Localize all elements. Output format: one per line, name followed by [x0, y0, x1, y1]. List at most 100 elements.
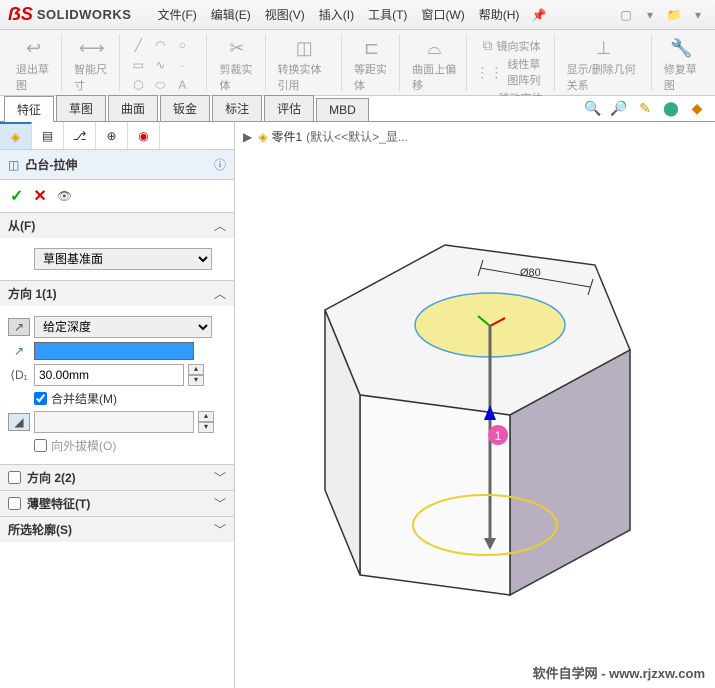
relations-icon: ⊥: [596, 38, 612, 59]
end-condition-select[interactable]: 给定深度: [34, 316, 212, 338]
appearance-icon[interactable]: ⬤: [661, 98, 681, 118]
linear-pattern-button[interactable]: ⋮⋮线性草图阵列: [475, 55, 547, 89]
rect-icon[interactable]: ▭: [128, 56, 148, 74]
direction2-checkbox[interactable]: [8, 471, 21, 484]
from-header[interactable]: 从(F) ︿: [0, 213, 234, 238]
draft-increase-button[interactable]: ▴: [198, 411, 214, 422]
open-doc-icon[interactable]: ▾: [641, 6, 659, 24]
mirror-entities-button[interactable]: ⧉镜向实体: [483, 36, 541, 55]
cube-icon: ◈: [11, 130, 20, 144]
menu-insert[interactable]: 插入(I): [313, 2, 360, 27]
draft-icon[interactable]: ◢: [8, 413, 30, 431]
trim-icon: ✂: [229, 38, 244, 59]
repair-icon: 🔧: [670, 38, 692, 59]
title-quick-icons: ▢ ▾ 📁 ▾: [617, 6, 715, 24]
ok-button[interactable]: ✓: [10, 186, 23, 206]
show-relations-button[interactable]: ⊥ 显示/删除几何关系: [563, 36, 645, 95]
spline-icon[interactable]: ∿: [150, 56, 170, 74]
graphics-viewport[interactable]: ▶ ◈ 零件1 (默认<<默认>_显...: [235, 122, 715, 688]
menu-window[interactable]: 窗口(W): [415, 2, 470, 27]
from-select[interactable]: 草图基准面: [34, 248, 212, 270]
tab-sheetmetal[interactable]: 钣金: [160, 95, 210, 121]
repair-sketch-button[interactable]: 🔧 修复草图: [660, 36, 703, 95]
exit-sketch-button[interactable]: ↩ 退出草图: [12, 36, 55, 95]
tab-sketch[interactable]: 草图: [56, 95, 106, 121]
circle-icon[interactable]: ○: [172, 36, 192, 54]
preview-icon[interactable]: 👁: [57, 189, 72, 203]
thin-feature-checkbox[interactable]: [8, 497, 21, 510]
dropdown-icon[interactable]: ▾: [689, 6, 707, 24]
direction-icon[interactable]: ↗: [8, 318, 30, 336]
panel-tab-config[interactable]: ⎇: [64, 122, 96, 149]
breadcrumb: ▶ ◈ 零件1 (默认<<默认>_显...: [243, 128, 408, 145]
target-icon: ⊕: [106, 129, 116, 143]
section-view-icon[interactable]: ✎: [635, 98, 655, 118]
menu-help[interactable]: 帮助(H): [473, 2, 526, 27]
contours-section: 所选轮廓(S) ﹀: [0, 516, 234, 542]
trim-button[interactable]: ✂ 剪裁实体: [215, 36, 258, 95]
menu-edit[interactable]: 编辑(E): [205, 2, 257, 27]
menu-view[interactable]: 视图(V): [259, 2, 311, 27]
direction-reference-field[interactable]: [34, 342, 194, 360]
contours-header[interactable]: 所选轮廓(S) ﹀: [0, 517, 234, 542]
list-icon: ▤: [42, 129, 53, 143]
chevron-up-icon: ︿: [214, 285, 226, 302]
depth-input[interactable]: [34, 364, 184, 386]
cancel-button[interactable]: ✕: [33, 186, 46, 206]
menu-file[interactable]: 文件(F): [151, 2, 202, 27]
panel-tab-feature-tree[interactable]: ◈: [0, 122, 32, 149]
tab-annotate[interactable]: 标注: [212, 95, 262, 121]
surface-offset-button[interactable]: ⌓ 曲面上偏移: [408, 36, 460, 95]
pin-icon[interactable]: 📌: [531, 8, 546, 22]
panel-tab-dimxpert[interactable]: ⊕: [96, 122, 128, 149]
ellipse-icon[interactable]: ⬭: [150, 76, 170, 94]
chevron-down-icon: ﹀: [214, 495, 226, 512]
app-logo: ẞS SOLIDWORKS: [0, 4, 139, 25]
thin-feature-header[interactable]: 薄壁特征(T) ﹀: [0, 491, 234, 516]
menu-tools[interactable]: 工具(T): [362, 2, 413, 27]
draft-decrease-button[interactable]: ▾: [198, 422, 214, 433]
search-icon[interactable]: 🔍: [583, 98, 603, 118]
line-icon[interactable]: ╱: [128, 36, 148, 54]
breadcrumb-part[interactable]: 零件1: [271, 128, 302, 145]
breadcrumb-expand-icon[interactable]: ▶: [243, 130, 252, 144]
main-area: ◈ ▤ ⎇ ⊕ ◉ ◫ 凸台-拉伸 ⓘ ✓ ✕ 👁 从(F) ︿: [0, 122, 715, 688]
merge-result-checkbox[interactable]: [34, 392, 47, 405]
panel-tab-property[interactable]: ▤: [32, 122, 64, 149]
breadcrumb-config: (默认<<默认>_显...: [306, 128, 408, 145]
direction1-section: 方向 1(1) ︿ ↗ 给定深度 ↗ ⟨D₁ ▴: [0, 280, 234, 464]
text-icon[interactable]: A: [172, 76, 192, 94]
scene-icon[interactable]: ◆: [687, 98, 707, 118]
reverse-icon[interactable]: ↗: [8, 344, 30, 358]
new-doc-icon[interactable]: ▢: [617, 6, 635, 24]
command-ribbon: ↩ 退出草图 ⟷ 智能尺寸 ╱ ◠ ○ ▭ ∿ · ⬡ ⬭ A ✂ 剪裁实体 ◫: [0, 30, 715, 96]
depth-increase-button[interactable]: ▴: [188, 364, 204, 375]
drag-handle-marker: 1: [495, 429, 502, 443]
pattern-icon: ⋮⋮: [475, 64, 503, 81]
logo-ds-icon: ẞS: [8, 4, 33, 25]
tab-features[interactable]: 特征: [4, 96, 54, 122]
folder-icon[interactable]: 📁: [665, 6, 683, 24]
polygon-icon[interactable]: ⬡: [128, 76, 148, 94]
direction1-header[interactable]: 方向 1(1) ︿: [0, 281, 234, 306]
panel-tab-appearance[interactable]: ◉: [128, 122, 160, 149]
view-tools: 🔍 🔎 ✎ ⬤ ◆: [583, 98, 707, 118]
config-icon: ⎇: [73, 129, 87, 143]
help-icon[interactable]: ⓘ: [214, 156, 226, 173]
zoom-icon[interactable]: 🔎: [609, 98, 629, 118]
smart-dimension-button[interactable]: ⟷ 智能尺寸: [70, 36, 113, 95]
direction2-header[interactable]: 方向 2(2) ﹀: [0, 465, 234, 490]
tab-evaluate[interactable]: 评估: [264, 95, 314, 121]
chevron-up-icon: ︿: [214, 217, 226, 234]
convert-entities-button[interactable]: ◫ 转换实体引用: [274, 36, 335, 95]
smart-dim-icon: ⟷: [79, 38, 105, 59]
tab-mbd[interactable]: MBD: [316, 98, 369, 121]
tab-surface[interactable]: 曲面: [108, 95, 158, 121]
point-icon[interactable]: ·: [172, 56, 192, 74]
arc-icon[interactable]: ◠: [150, 36, 170, 54]
model-canvas[interactable]: Ø80 1: [235, 150, 715, 688]
draft-outward-checkbox[interactable]: [34, 439, 47, 452]
draft-angle-input[interactable]: [34, 411, 194, 433]
depth-decrease-button[interactable]: ▾: [188, 375, 204, 386]
offset-entities-button[interactable]: ⊏ 等距实体: [350, 36, 393, 95]
